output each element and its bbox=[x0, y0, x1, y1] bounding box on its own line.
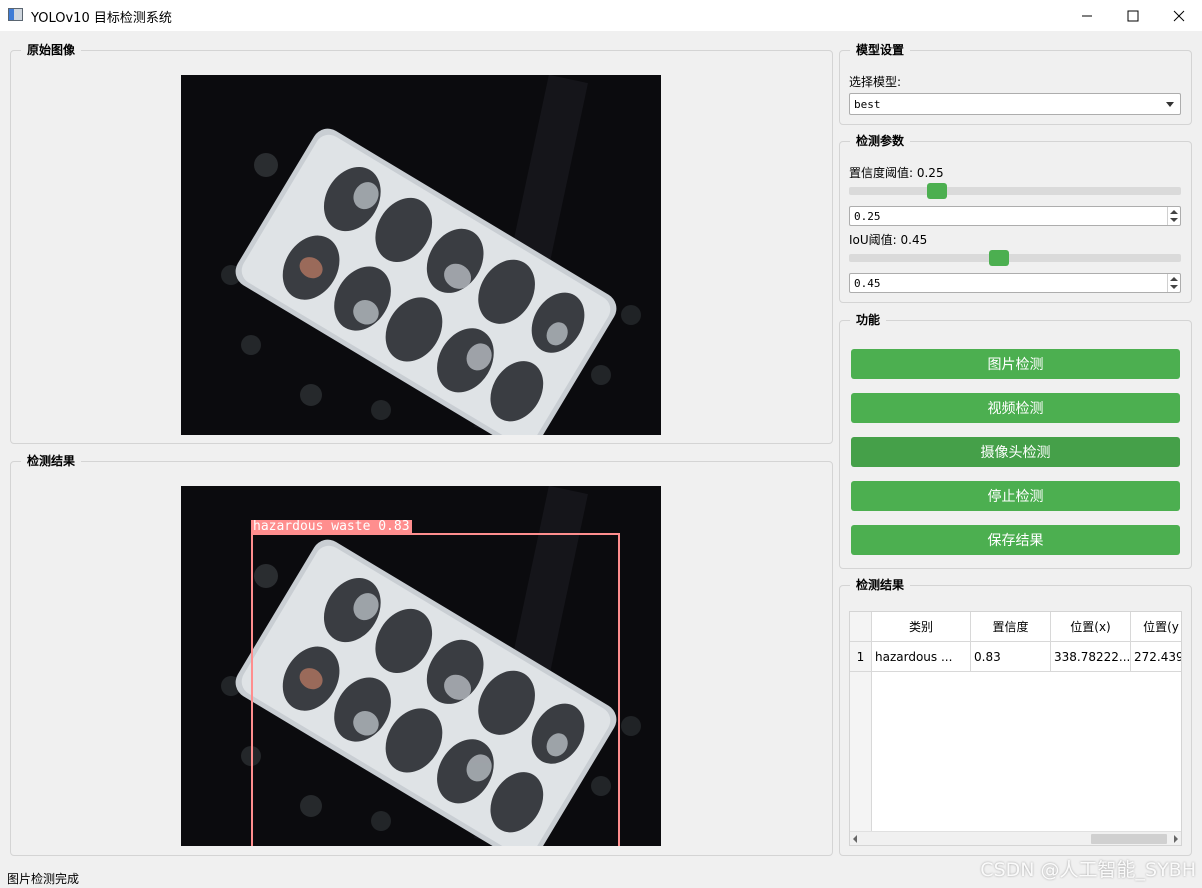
maximize-icon bbox=[1127, 10, 1139, 21]
results-table-title: 检测结果 bbox=[850, 577, 911, 593]
detection-label: hazardous waste 0.83 bbox=[251, 519, 412, 534]
original-image-view bbox=[181, 75, 661, 435]
minimize-button[interactable] bbox=[1064, 0, 1110, 31]
save-results-button[interactable]: 保存结果 bbox=[851, 525, 1180, 555]
confidence-slider[interactable] bbox=[849, 183, 1181, 199]
model-settings-title: 模型设置 bbox=[850, 42, 911, 58]
table-cell-y[interactable]: 272.4399 bbox=[1131, 642, 1181, 672]
original-image-title: 原始图像 bbox=[21, 42, 82, 58]
row-header[interactable]: 1 bbox=[850, 642, 872, 672]
column-header-x[interactable]: 位置(x) bbox=[1051, 612, 1131, 642]
chevron-down-icon bbox=[1166, 102, 1174, 107]
image-detect-button[interactable]: 图片检测 bbox=[851, 349, 1180, 379]
close-icon bbox=[1173, 10, 1185, 21]
confidence-slider-handle[interactable] bbox=[927, 183, 947, 199]
spin-arrows[interactable] bbox=[1167, 274, 1180, 292]
scroll-left-icon[interactable] bbox=[853, 835, 857, 843]
maximize-button[interactable] bbox=[1110, 0, 1156, 31]
table-cell-x[interactable]: 338.78222... bbox=[1051, 642, 1131, 672]
scroll-right-icon[interactable] bbox=[1174, 835, 1178, 843]
iou-spinbox-value: 0.45 bbox=[854, 277, 881, 290]
model-select-value: best bbox=[854, 98, 881, 111]
watermark: CSDN @人工智能_SYBH bbox=[980, 859, 1196, 881]
column-header-confidence[interactable]: 置信度 bbox=[971, 612, 1051, 642]
pill-blister-photo bbox=[181, 75, 661, 435]
chevron-down-icon[interactable] bbox=[1170, 218, 1178, 222]
camera-detect-button[interactable]: 摄像头检测 bbox=[851, 437, 1180, 467]
functions-title: 功能 bbox=[850, 312, 887, 328]
confidence-label: 置信度阈值: 0.25 bbox=[849, 166, 944, 180]
column-header-class[interactable]: 类别 bbox=[872, 612, 971, 642]
chevron-up-icon[interactable] bbox=[1170, 210, 1178, 214]
chevron-down-icon[interactable] bbox=[1170, 285, 1178, 289]
table-corner[interactable] bbox=[850, 612, 872, 642]
confidence-spinbox-value: 0.25 bbox=[854, 210, 881, 223]
detection-params-title: 检测参数 bbox=[850, 133, 911, 149]
close-button[interactable] bbox=[1156, 0, 1202, 31]
table-horizontal-scrollbar[interactable] bbox=[850, 831, 1181, 845]
window-title: YOLOv10 目标检测系统 bbox=[31, 11, 172, 26]
spin-arrows[interactable] bbox=[1167, 207, 1180, 225]
chevron-up-icon[interactable] bbox=[1170, 277, 1178, 281]
iou-slider-handle[interactable] bbox=[989, 250, 1009, 266]
result-image-view: hazardous waste 0.83 bbox=[181, 486, 661, 846]
iou-slider[interactable] bbox=[849, 250, 1181, 266]
model-select-label: 选择模型: bbox=[849, 75, 902, 89]
video-detect-button[interactable]: 视频检测 bbox=[851, 393, 1180, 423]
table-cell-confidence[interactable]: 0.83 bbox=[971, 642, 1051, 672]
table-cell-class[interactable]: hazardous ... bbox=[872, 642, 971, 672]
column-header-y[interactable]: 位置(y bbox=[1131, 612, 1181, 642]
scrollbar-thumb[interactable] bbox=[1091, 834, 1167, 844]
stop-detect-button[interactable]: 停止检测 bbox=[851, 481, 1180, 511]
status-text: 图片检测完成 bbox=[7, 872, 80, 886]
iou-label: IoU阈值: 0.45 bbox=[849, 233, 928, 247]
minimize-icon bbox=[1082, 15, 1092, 16]
app-window-icon bbox=[8, 8, 23, 21]
result-image-title: 检测结果 bbox=[21, 453, 82, 469]
title-bar: YOLOv10 目标检测系统 bbox=[0, 0, 1202, 31]
results-table[interactable]: 类别 置信度 位置(x) 位置(y 1 hazardous ... 0.83 3… bbox=[849, 611, 1182, 846]
model-select[interactable]: best bbox=[849, 93, 1181, 115]
iou-spinbox[interactable]: 0.45 bbox=[849, 273, 1181, 293]
detection-bounding-box bbox=[251, 533, 620, 846]
confidence-spinbox[interactable]: 0.25 bbox=[849, 206, 1181, 226]
